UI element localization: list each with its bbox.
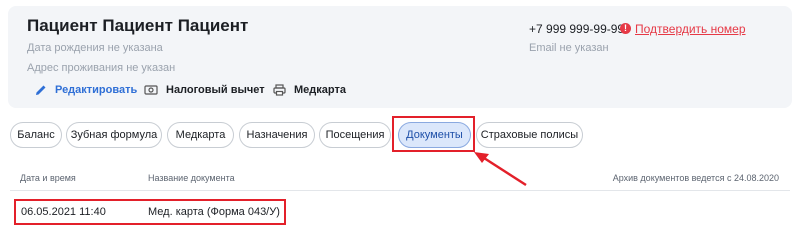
- row-document-name[interactable]: Мед. карта (Форма 043/У): [148, 206, 280, 218]
- tab-medcard[interactable]: Медкарта: [167, 122, 234, 148]
- tab-appointments[interactable]: Назначения: [239, 122, 315, 148]
- archive-note: Архив документов ведется с 24.08.2020: [612, 173, 779, 183]
- birth-date: Дата рождения не указана: [27, 42, 163, 54]
- row-datetime: 06.05.2021 11:40: [21, 206, 106, 218]
- tax-label: Налоговый вычет: [166, 84, 265, 96]
- tab-documents[interactable]: Документы: [398, 122, 471, 148]
- money-icon: [144, 85, 158, 95]
- tab-balance[interactable]: Баланс: [10, 122, 62, 148]
- tab-dental-formula[interactable]: Зубная формула: [66, 122, 162, 148]
- email: Email не указан: [529, 42, 609, 54]
- medcard-label: Медкарта: [294, 84, 346, 96]
- annotation-arrow: [474, 152, 527, 187]
- column-header-datetime: Дата и время: [20, 173, 76, 183]
- confirm-phone-link[interactable]: Подтвердить номер: [635, 22, 746, 36]
- table-divider: [10, 190, 790, 191]
- tab-bar: Баланс Зубная формула Медкарта Назначени…: [0, 118, 800, 152]
- printer-icon: [273, 84, 286, 96]
- tax-deduction-button[interactable]: Налоговый вычет: [144, 81, 265, 99]
- patient-name: Пациент Пациент Пациент: [27, 16, 249, 35]
- tab-insurance[interactable]: Страховые полисы: [476, 122, 583, 148]
- medcard-print-button[interactable]: Медкарта: [273, 81, 346, 99]
- tab-visits[interactable]: Посещения: [319, 122, 391, 148]
- column-header-document-name: Название документа: [148, 173, 235, 183]
- address: Адрес проживания не указан: [27, 62, 176, 74]
- warning-icon: !: [620, 23, 631, 34]
- edit-label: Редактировать: [55, 84, 138, 96]
- pencil-icon: [36, 85, 46, 95]
- edit-button[interactable]: Редактировать: [35, 81, 137, 99]
- phone-number: +7 999 999-99-99: [529, 22, 625, 36]
- patient-card: Пациент Пациент Пациент Дата рождения не…: [8, 6, 792, 108]
